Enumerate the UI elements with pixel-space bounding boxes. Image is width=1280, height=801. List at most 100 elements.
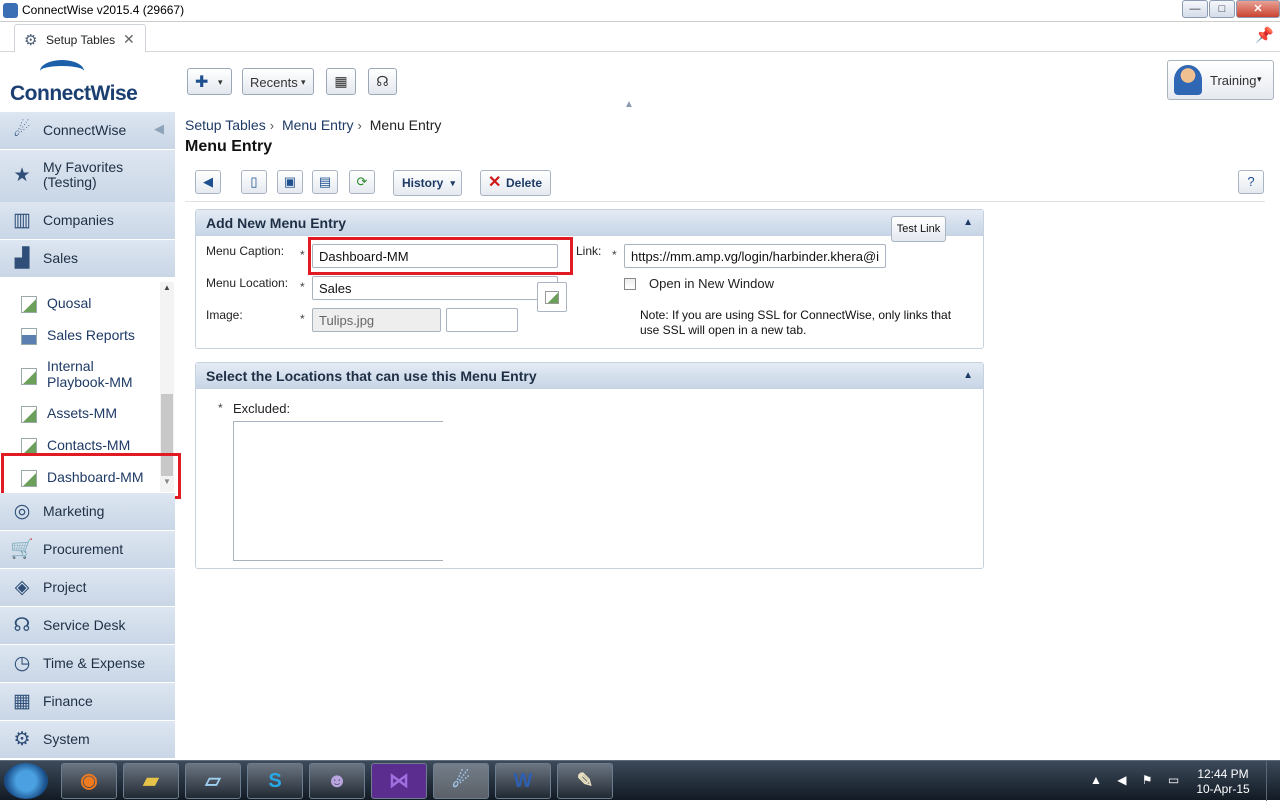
cart-icon: 🛒 (10, 539, 34, 560)
recents-label: Recents (250, 75, 298, 90)
required-marker: * (300, 248, 305, 262)
sidebar-item-companies[interactable]: ▥ Companies (0, 202, 175, 240)
sidebar-item-time-expense[interactable]: ◷ Time & Expense (0, 645, 175, 683)
recents-button[interactable]: Recents ▾ (242, 68, 314, 95)
submenu-item-quosal[interactable]: Quosal (0, 288, 160, 320)
connectwise-icon[interactable]: ☄ (433, 763, 489, 799)
test-link-button[interactable]: Test Link (891, 216, 946, 242)
headset-icon: ☊ (13, 615, 31, 636)
help-icon: ? (1247, 174, 1255, 189)
image-browse-button[interactable] (537, 282, 567, 312)
required-marker: * (612, 248, 617, 262)
save-and-close-button[interactable]: ▤ (312, 170, 338, 194)
maximize-button[interactable]: □ (1209, 0, 1235, 18)
submenu-item-sales-reports[interactable]: Sales Reports (0, 320, 160, 352)
support-button[interactable]: ☊ (368, 68, 397, 95)
new-button[interactable]: ▯ (241, 170, 267, 194)
connectwise-icon: ☄ (13, 120, 31, 141)
collapse-panel-icon[interactable]: ▲ (963, 217, 973, 228)
collapse-sidebar-icon[interactable]: ◀ (154, 121, 164, 137)
clock-time: 12:44 PM (1197, 767, 1249, 781)
system-tray[interactable]: ▲ ◀ ⚑ ▭ (1090, 773, 1185, 787)
sidebar-item-marketing[interactable]: ◎ Marketing (0, 493, 175, 531)
back-button[interactable]: ◀ (195, 170, 221, 194)
refresh-button[interactable]: ⟳ (349, 170, 375, 194)
menu-caption-label: Menu Caption: (206, 244, 285, 258)
sidebar-item-favorites[interactable]: ★ My Favorites (Testing) (0, 150, 175, 204)
sidebar-item-project[interactable]: ◈ Project (0, 569, 175, 607)
required-marker: * (218, 401, 223, 415)
sidebar-item-label: Project (43, 579, 87, 595)
breadcrumb-link-setup-tables[interactable]: Setup Tables (185, 117, 266, 133)
windows-taskbar: ◉ ▰ ▱ S ☻ ⋈ ☄ W ✎ ▲ ◀ ⚑ ▭ 12:44 PM 10-Ap… (0, 760, 1280, 801)
breadcrumb-link-menu-entry[interactable]: Menu Entry (282, 117, 354, 133)
app-header: ConnectWise ✚ ▾ Recents ▾ ▦ ☊ Training ▾ (0, 52, 1280, 112)
sidebar-item-service-desk[interactable]: ☊ Service Desk (0, 607, 175, 645)
user-menu-button[interactable]: Training ▾ (1167, 60, 1274, 100)
pin-icon[interactable]: 📌 (1255, 26, 1274, 44)
link-input[interactable]: https://mm.amp.vg/login/harbinder.khera@… (624, 244, 886, 268)
skype-icon[interactable]: S (247, 763, 303, 799)
scroll-up-icon[interactable]: ▲ (163, 283, 171, 292)
collapse-header-icon[interactable]: ▲ (624, 99, 634, 110)
buildings-icon: ▥ (13, 210, 31, 231)
tab-setup-tables[interactable]: ⚙ Setup Tables ✕ (14, 24, 146, 53)
delete-button[interactable]: ✕ Delete (480, 170, 551, 196)
panel-header[interactable]: Add New Menu Entry ▲ (196, 210, 983, 236)
menu-location-select[interactable]: Sales ▼ (312, 276, 558, 300)
clock-icon: ◷ (13, 653, 31, 674)
window-title: ConnectWise v2015.4 (29667) (22, 3, 185, 17)
close-window-button[interactable]: ✕ (1236, 0, 1280, 18)
word-icon[interactable]: W (495, 763, 551, 799)
submenu-item-internal-playbook[interactable]: Internal Playbook-MM (0, 358, 160, 394)
start-button[interactable] (4, 763, 48, 799)
breadcrumb-current: Menu Entry (369, 117, 442, 133)
collapse-panel-icon[interactable]: ▲ (963, 370, 973, 381)
sidebar-item-label: Sales (43, 250, 79, 266)
github-icon[interactable]: ☻ (309, 763, 365, 799)
excluded-locations-list[interactable] (233, 421, 443, 561)
connectwise-logo[interactable]: ConnectWise (10, 58, 150, 106)
breadcrumb-separator: › (269, 118, 275, 133)
visualstudio-icon[interactable]: ⋈ (371, 763, 427, 799)
sidebar-item-label: Service Desk (43, 617, 126, 633)
firefox-icon[interactable]: ◉ (61, 763, 117, 799)
sidebar-item-procurement[interactable]: 🛒 Procurement (0, 531, 175, 569)
clock-date: 10-Apr-15 (1196, 782, 1250, 796)
sidebar-item-finance[interactable]: ▦ Finance (0, 683, 175, 721)
image-upload-field[interactable] (446, 308, 518, 332)
sidebar-item-label: Companies (43, 212, 114, 228)
sidebar-item-system[interactable]: ⚙ System (0, 721, 175, 759)
taskbar-clock[interactable]: 12:44 PM 10-Apr-15 (1190, 767, 1256, 797)
plus-icon: ✚ (195, 74, 209, 91)
explorer-icon[interactable]: ▰ (123, 763, 179, 799)
menu-location-value: Sales (319, 281, 352, 296)
sidebar-item-connectwise[interactable]: ☄ ConnectWise ◀ (0, 112, 175, 150)
open-new-window-checkbox[interactable] (624, 278, 636, 290)
panel-header[interactable]: Select the Locations that can use this M… (196, 363, 983, 389)
save-button[interactable]: ▣ (277, 170, 303, 194)
notepad-icon[interactable]: ▱ (185, 763, 241, 799)
required-marker: * (300, 280, 305, 294)
panel-title: Select the Locations that can use this M… (206, 368, 537, 384)
history-button[interactable]: History ▾ (393, 170, 462, 196)
chevron-down-icon: ▾ (450, 178, 455, 188)
locations-panel: Select the Locations that can use this M… (195, 362, 984, 569)
sidebar-item-label: ConnectWise (43, 122, 127, 138)
history-label: History (402, 176, 444, 190)
tab-bar: ⚙ Setup Tables ✕ 📌 (0, 22, 1280, 53)
paint-icon[interactable]: ✎ (557, 763, 613, 799)
sidebar-item-sales[interactable]: ▟ Sales (0, 240, 175, 278)
tab-close-icon[interactable]: ✕ (123, 31, 135, 48)
add-new-button[interactable]: ✚ ▾ (187, 68, 232, 95)
minimize-button[interactable]: — (1182, 0, 1208, 18)
help-button[interactable]: ? (1238, 170, 1264, 194)
show-desktop-button[interactable] (1266, 761, 1280, 801)
app-icon (3, 3, 18, 18)
sidebar-item-label: Procurement (43, 541, 124, 557)
gears-icon: ⚙ (13, 729, 31, 750)
delete-x-icon: ✕ (488, 174, 502, 191)
submenu-item-assets[interactable]: Assets-MM (0, 398, 160, 430)
calendar-button[interactable]: ▦ (326, 68, 356, 95)
broken-image-icon (21, 296, 37, 313)
